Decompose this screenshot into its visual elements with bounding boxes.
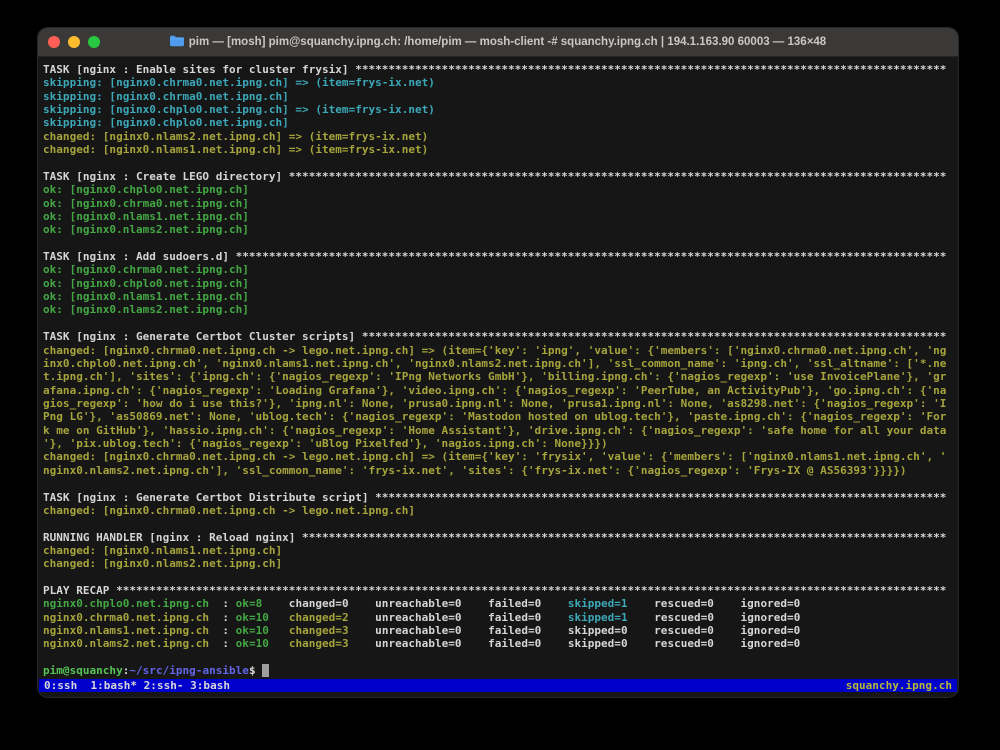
window-title-group: pim — [mosh] pim@squanchy.ipng.ch: /home…: [170, 33, 826, 52]
terminal-line: t.ipng.ch'], 'sites': {'ipng.ch': {'nagi…: [43, 370, 953, 383]
terminal-line: pim@squanchy:~/src/ipng-ansible$: [43, 664, 953, 677]
terminal-line: ok: [nginx0.chrma0.net.ipng.ch]: [43, 197, 953, 210]
terminal-line: changed: [nginx0.nlams1.net.ipng.ch] => …: [43, 143, 953, 156]
terminal-screen[interactable]: TASK [nginx : Enable sites for cluster f…: [38, 56, 958, 697]
tmux-hostname: squanchy.ipng.ch: [846, 679, 952, 692]
terminal-lines: TASK [nginx : Enable sites for cluster f…: [43, 63, 953, 678]
terminal-line: skipping: [nginx0.chrma0.net.ipng.ch] =>…: [43, 76, 953, 89]
terminal-line: TASK [nginx : Create LEGO directory] ***…: [43, 170, 953, 183]
terminal-line: ok: [nginx0.nlams1.net.ipng.ch]: [43, 210, 953, 223]
tmux-status-bar: 0:ssh 1:bash* 2:ssh- 3:bash squanchy.ipn…: [39, 679, 957, 692]
terminal-line: ok: [nginx0.nlams1.net.ipng.ch]: [43, 290, 953, 303]
terminal-line: changed: [nginx0.chrma0.net.ipng.ch -> l…: [43, 450, 953, 463]
terminal-line: [43, 157, 953, 170]
terminal-line: afana.ipng.ch': {'nagios_regexp': 'Loadi…: [43, 384, 953, 397]
terminal-line: PLAY RECAP *****************************…: [43, 584, 953, 597]
close-button[interactable]: [48, 36, 60, 48]
cursor: [262, 664, 269, 677]
terminal-line: RUNNING HANDLER [nginx : Reload nginx] *…: [43, 531, 953, 544]
terminal-line: TASK [nginx : Generate Certbot Cluster s…: [43, 330, 953, 343]
traffic-lights: [48, 28, 100, 56]
terminal-line: changed: [nginx0.nlams2.net.ipng.ch]: [43, 557, 953, 570]
terminal-line: changed: [nginx0.chrma0.net.ipng.ch -> l…: [43, 504, 953, 517]
terminal-line: gios_regexp': 'how do i use this?'}, 'ip…: [43, 397, 953, 410]
zoom-button[interactable]: [88, 36, 100, 48]
terminal-line: ok: [nginx0.chplo0.net.ipng.ch]: [43, 183, 953, 196]
terminal-line: nginx0.nlams2.net.ipng.ch'], 'ssl_common…: [43, 464, 953, 477]
terminal-line: TASK [nginx : Add sudoers.d] ***********…: [43, 250, 953, 263]
terminal-line: nginx0.nlams2.net.ipng.ch : ok=10 change…: [43, 637, 953, 650]
terminal-line: ok: [nginx0.chrma0.net.ipng.ch]: [43, 263, 953, 276]
terminal-line: k me on GitHub'}, 'hassio.ipng.ch': {'na…: [43, 424, 953, 437]
terminal-line: Png LG'}, 'as50869.net': None, 'ublog.te…: [43, 410, 953, 423]
terminal-window: pim — [mosh] pim@squanchy.ipng.ch: /home…: [38, 28, 958, 697]
terminal-line: ok: [nginx0.chplo0.net.ipng.ch]: [43, 277, 953, 290]
terminal-line: inx0.chplo0.net.ipng.ch', 'nginx0.nlams1…: [43, 357, 953, 370]
tmux-window-list: 0:ssh 1:bash* 2:ssh- 3:bash: [44, 679, 230, 692]
terminal-line: nginx0.chrma0.net.ipng.ch : ok=10 change…: [43, 611, 953, 624]
minimize-button[interactable]: [68, 36, 80, 48]
terminal-line: [43, 571, 953, 584]
terminal-line: '}, 'pix.ublog.tech': {'nagios_regexp': …: [43, 437, 953, 450]
terminal-line: [43, 651, 953, 664]
terminal-line: ok: [nginx0.nlams2.net.ipng.ch]: [43, 303, 953, 316]
terminal-line: nginx0.nlams1.net.ipng.ch : ok=10 change…: [43, 624, 953, 637]
terminal-line: changed: [nginx0.nlams2.net.ipng.ch] => …: [43, 130, 953, 143]
terminal-line: ok: [nginx0.nlams2.net.ipng.ch]: [43, 223, 953, 236]
terminal-line: [43, 477, 953, 490]
terminal-line: skipping: [nginx0.chplo0.net.ipng.ch] =>…: [43, 103, 953, 116]
window-title: pim — [mosh] pim@squanchy.ipng.ch: /home…: [189, 36, 826, 48]
terminal-line: changed: [nginx0.chrma0.net.ipng.ch -> l…: [43, 344, 953, 357]
window-titlebar[interactable]: pim — [mosh] pim@squanchy.ipng.ch: /home…: [38, 28, 958, 57]
terminal-line: changed: [nginx0.nlams1.net.ipng.ch]: [43, 544, 953, 557]
terminal-line: nginx0.chplo0.net.ipng.ch : ok=8 changed…: [43, 597, 953, 610]
folder-icon: [170, 34, 184, 52]
terminal-line: skipping: [nginx0.chrma0.net.ipng.ch]: [43, 90, 953, 103]
terminal-line: [43, 237, 953, 250]
terminal-line: [43, 517, 953, 530]
terminal-line: skipping: [nginx0.chplo0.net.ipng.ch]: [43, 116, 953, 129]
terminal-line: TASK [nginx : Generate Certbot Distribut…: [43, 491, 953, 504]
terminal-line: [43, 317, 953, 330]
terminal-line: TASK [nginx : Enable sites for cluster f…: [43, 63, 953, 76]
desktop-background: pim — [mosh] pim@squanchy.ipng.ch: /home…: [0, 0, 1000, 750]
